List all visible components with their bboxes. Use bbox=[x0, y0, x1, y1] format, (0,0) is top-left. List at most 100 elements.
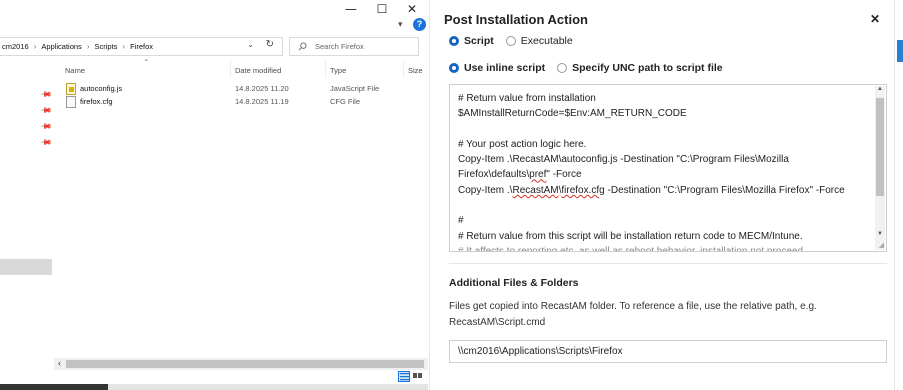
section-divider bbox=[449, 263, 887, 264]
file-explorer-window: — ☐ ✕ ▾ ? cm2016 › Applications › Script… bbox=[0, 0, 428, 390]
spellcheck-flagged-word: firefox.cfg bbox=[561, 184, 605, 196]
radio-selected-icon[interactable] bbox=[449, 63, 459, 73]
radio-label: Use inline script bbox=[464, 62, 546, 74]
radio-unselected-icon[interactable] bbox=[505, 36, 516, 46]
radio-label: Script bbox=[464, 35, 494, 47]
help-icon[interactable]: ? bbox=[413, 18, 426, 31]
code-text: Firefox\defaults\ bbox=[458, 169, 530, 181]
breadcrumb-item[interactable]: Applications bbox=[41, 42, 81, 51]
code-line: $AMInstallReturnCode=$Env:AM_RETURN_CODE bbox=[458, 108, 687, 120]
pin-icon: 📌 bbox=[39, 103, 53, 118]
radio-label: Specify UNC path to script file bbox=[572, 62, 723, 74]
scrollbar-thumb[interactable] bbox=[876, 98, 884, 196]
code-line: # Return value from this script will be … bbox=[458, 230, 803, 242]
code-line: # bbox=[458, 215, 464, 227]
js-file-icon bbox=[66, 83, 76, 95]
file-type: CFG File bbox=[330, 97, 360, 106]
scrollbar-thumb[interactable] bbox=[66, 360, 424, 368]
file-row[interactable]: firefox.cfg 14.8.2025 11.19 CFG File bbox=[62, 96, 422, 109]
column-header-name[interactable]: Name bbox=[65, 66, 85, 75]
file-name: firefox.cfg bbox=[80, 97, 113, 106]
spellcheck-flagged-word: RecastAM bbox=[512, 184, 559, 196]
file-name: autoconfig.js bbox=[80, 84, 123, 93]
search-box[interactable]: Search Firefox bbox=[289, 37, 419, 56]
code-text: -Destination "C:\Program Files\Mozilla F… bbox=[604, 184, 845, 196]
close-panel-button[interactable]: ✕ bbox=[870, 12, 880, 26]
breadcrumb-separator-icon: › bbox=[86, 42, 90, 51]
code-line: Firefox\defaults\pref" -Force bbox=[458, 167, 878, 182]
code-line: Copy-Item .\RecastAM\autoconfig.js -Dest… bbox=[458, 154, 789, 166]
breadcrumb-separator-icon: › bbox=[122, 42, 126, 51]
address-history-chevron-icon[interactable]: ⌄ bbox=[247, 40, 254, 49]
refresh-icon[interactable]: ↻ bbox=[266, 39, 274, 50]
radio-unselected-icon[interactable] bbox=[557, 63, 568, 73]
editor-vertical-scrollbar[interactable]: ▲ ▼ bbox=[875, 86, 885, 250]
details-view-icon bbox=[400, 373, 409, 381]
large-icons-view-button[interactable] bbox=[412, 371, 424, 382]
taskbar-strip bbox=[0, 384, 428, 390]
cfg-file-icon bbox=[66, 96, 76, 108]
maximize-button[interactable]: ☐ bbox=[372, 2, 392, 16]
file-row[interactable]: autoconfig.js 14.8.2025 11.20 JavaScript… bbox=[62, 83, 422, 96]
spellcheck-flagged-word: pref bbox=[529, 169, 547, 181]
inline-script-editor[interactable]: # Return value from installation $AMInsta… bbox=[449, 84, 887, 252]
file-date-modified: 14.8.2025 11.19 bbox=[235, 97, 289, 106]
column-header-size[interactable]: Size bbox=[408, 66, 423, 75]
navigation-pane-selected-item[interactable] bbox=[0, 259, 52, 275]
search-icon bbox=[298, 42, 307, 51]
code-line: # Your post action logic here. bbox=[458, 138, 587, 150]
action-type-radio-group: Script Executable bbox=[449, 35, 585, 47]
additional-files-help-text: Files get copied into RecastAM folder. T… bbox=[449, 301, 817, 328]
script-source-radio-group: Use inline script Specify UNC path to sc… bbox=[449, 62, 735, 74]
breadcrumb-item[interactable]: cm2016 bbox=[2, 42, 29, 51]
search-placeholder: Search Firefox bbox=[315, 42, 364, 51]
resize-handle-icon[interactable]: ◢ bbox=[879, 241, 884, 249]
scroll-left-arrow-icon[interactable]: ‹ bbox=[58, 358, 61, 368]
panel-title: Post Installation Action bbox=[444, 12, 588, 27]
column-header-type[interactable]: Type bbox=[330, 66, 346, 75]
address-bar[interactable]: cm2016 › Applications › Scripts › Firefo… bbox=[0, 37, 283, 56]
large-icons-view-icon bbox=[413, 373, 422, 378]
screen: — ☐ ✕ ▾ ? cm2016 › Applications › Script… bbox=[0, 0, 903, 390]
file-type: JavaScript File bbox=[330, 84, 380, 93]
pin-icon: 📌 bbox=[39, 87, 53, 102]
breadcrumb-separator-icon: › bbox=[33, 42, 37, 51]
column-header-date[interactable]: Date modified bbox=[235, 66, 281, 75]
code-line: # It affects to reporting etc. as well a… bbox=[458, 245, 812, 252]
file-date-modified: 14.8.2025 11.20 bbox=[235, 84, 289, 93]
column-divider[interactable] bbox=[230, 60, 231, 78]
background-window-accent bbox=[897, 40, 903, 62]
column-divider[interactable] bbox=[403, 60, 404, 78]
background-window-edge bbox=[894, 0, 903, 390]
details-view-button[interactable] bbox=[398, 371, 410, 382]
code-text: Copy-Item .\ bbox=[458, 184, 513, 196]
expand-ribbon-chevron-icon[interactable]: ▾ bbox=[398, 19, 403, 30]
scroll-up-arrow-icon[interactable]: ▲ bbox=[877, 86, 883, 92]
radio-specify-unc-path[interactable]: Specify UNC path to script file bbox=[557, 62, 723, 74]
sort-ascending-icon: ⌃ bbox=[143, 58, 150, 67]
pin-icon: 📌 bbox=[39, 119, 53, 134]
minimize-button[interactable]: — bbox=[341, 2, 361, 16]
radio-selected-icon[interactable] bbox=[449, 36, 459, 46]
code-text: " -Force bbox=[546, 169, 582, 181]
radio-use-inline-script[interactable]: Use inline script bbox=[449, 62, 545, 74]
taskbar-active-segment bbox=[0, 384, 108, 390]
post-installation-action-panel: Post Installation Action ✕ Script Execut… bbox=[429, 0, 894, 390]
code-line: # Return value from installation bbox=[458, 93, 596, 104]
code-line: Copy-Item .\RecastAM\firefox.cfg -Destin… bbox=[458, 183, 878, 198]
breadcrumb-item[interactable]: Scripts bbox=[94, 42, 117, 51]
radio-label: Executable bbox=[520, 35, 573, 47]
radio-executable[interactable]: Executable bbox=[505, 35, 573, 47]
column-divider[interactable] bbox=[325, 60, 326, 78]
scroll-down-arrow-icon[interactable]: ▼ bbox=[877, 231, 883, 237]
radio-script[interactable]: Script bbox=[449, 35, 494, 47]
breadcrumb-item[interactable]: Firefox bbox=[130, 42, 153, 51]
horizontal-scrollbar[interactable]: ‹ bbox=[54, 358, 428, 370]
script-code[interactable]: # Return value from installation $AMInsta… bbox=[458, 91, 878, 252]
additional-files-title: Additional Files & Folders bbox=[449, 277, 579, 289]
additional-files-path-input[interactable] bbox=[449, 340, 887, 363]
pin-icon: 📌 bbox=[39, 135, 53, 150]
close-window-button[interactable]: ✕ bbox=[402, 2, 422, 16]
